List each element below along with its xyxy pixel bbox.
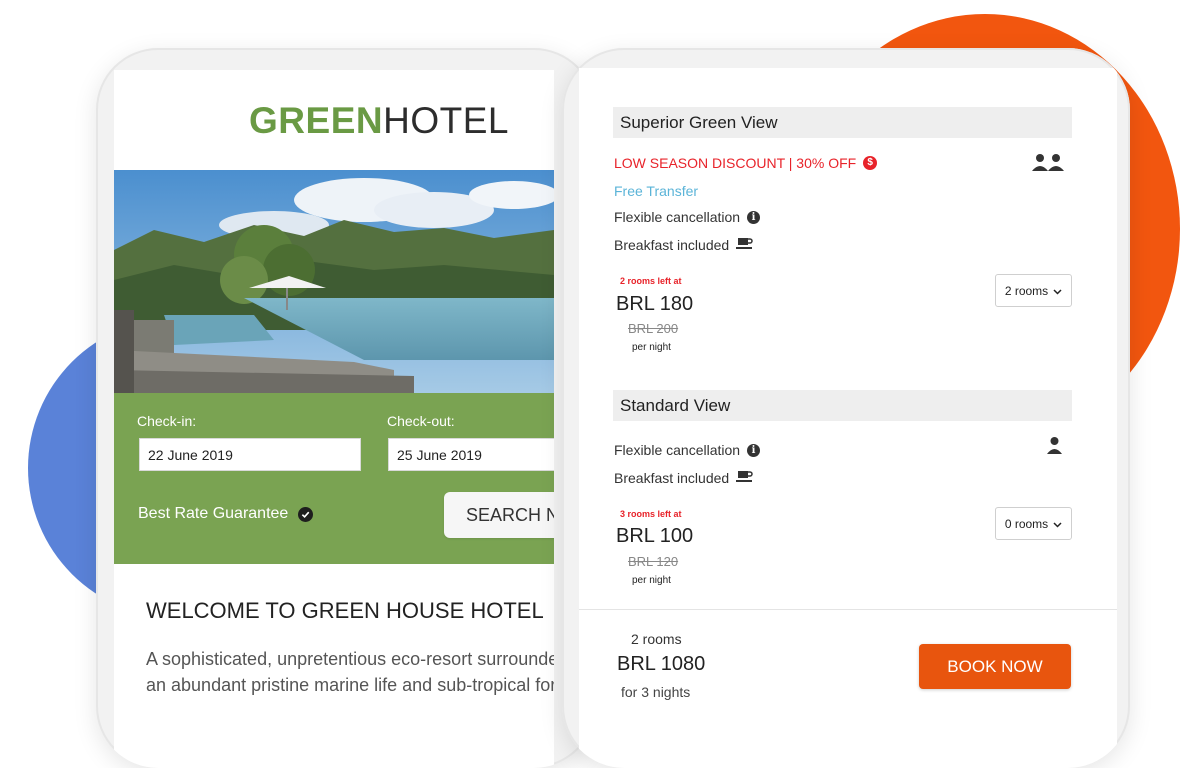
summary-rooms-count: 2 rooms — [631, 631, 682, 647]
breakfast-text: Breakfast included — [614, 236, 730, 253]
logo-hotel-text: HOTEL — [383, 100, 509, 141]
best-rate-label: Best Rate Guarantee — [138, 505, 289, 522]
rooms-left-label: 3 rooms left at — [620, 509, 682, 519]
coffee-cup-icon — [736, 236, 754, 253]
checkin-label: Check-in: — [137, 413, 197, 429]
rooms-select-superior[interactable]: 2 rooms — [995, 274, 1072, 307]
room-title-standard-view: Standard View — [613, 390, 1072, 421]
hero-image — [114, 170, 554, 397]
room-old-price: BRL 120 — [628, 554, 679, 569]
flexible-cancellation-label: Flexible cancellation i — [614, 442, 761, 458]
free-transfer-label: Free Transfer — [614, 183, 699, 199]
room-price: BRL 100 — [616, 525, 694, 547]
hotel-home-screen: GREENHOTEL Check-in: 22 June 2019 Check-… — [114, 70, 554, 768]
rooms-select-value: 2 rooms — [1004, 283, 1049, 298]
cancellation-text: Flexible cancellation — [614, 442, 741, 458]
checkout-date-input[interactable]: 25 June 2019 — [388, 438, 554, 471]
checkin-date-input[interactable]: 22 June 2019 — [139, 438, 361, 471]
coffee-cup-icon — [736, 469, 754, 486]
breakfast-included-label: Breakfast included — [614, 469, 754, 486]
summary-divider — [579, 609, 1117, 610]
rooms-select-value: 0 rooms — [1004, 516, 1049, 531]
rooms-left-label: 2 rooms left at — [620, 276, 682, 286]
breakfast-text: Breakfast included — [614, 469, 730, 486]
best-rate-guarantee: Best Rate Guarantee — [138, 505, 314, 523]
flexible-cancellation-label: Flexible cancellation i — [614, 209, 761, 225]
info-icon[interactable]: i — [747, 210, 761, 224]
checkout-label: Check-out: — [387, 413, 455, 429]
info-icon[interactable]: i — [747, 443, 761, 457]
logo-green-text: GREEN — [249, 100, 384, 141]
phone-left: GREENHOTEL Check-in: 22 June 2019 Check-… — [96, 48, 596, 768]
rooms-select-standard[interactable]: 0 rooms — [995, 507, 1072, 540]
hotel-logo: GREENHOTEL — [114, 100, 554, 142]
welcome-title: WELCOME TO GREEN HOUSE HOTEL — [146, 598, 544, 623]
room-old-price: BRL 200 — [628, 321, 679, 336]
search-now-button[interactable]: SEARCH NOW — [444, 492, 554, 538]
breakfast-included-label: Breakfast included — [614, 236, 754, 253]
check-circle-icon — [298, 506, 314, 522]
room-title-superior-green-view: Superior Green View — [613, 107, 1072, 138]
per-night-label: per night — [632, 342, 671, 353]
person-icon — [1046, 436, 1063, 461]
hotel-description: A sophisticated, unpretentious eco-resor… — [146, 646, 554, 698]
summary-nights: for 3 nights — [621, 684, 691, 700]
two-persons-icon — [1031, 153, 1065, 178]
discount-text: LOW SEASON DISCOUNT | 30% OFF — [614, 155, 857, 171]
booking-form: Check-in: 22 June 2019 Check-out: 25 Jun… — [114, 393, 554, 564]
description-line-2: an abundant pristine marine life and sub… — [146, 675, 554, 695]
chevron-down-icon — [1053, 517, 1062, 531]
book-now-button[interactable]: BOOK NOW — [919, 644, 1071, 689]
chevron-down-icon — [1053, 284, 1062, 298]
description-line-1: A sophisticated, unpretentious eco-resor… — [146, 649, 554, 669]
cancellation-text: Flexible cancellation — [614, 209, 741, 225]
dollar-badge-icon: $ — [863, 156, 878, 170]
discount-label: LOW SEASON DISCOUNT | 30% OFF $ — [614, 155, 878, 171]
room-price: BRL 180 — [616, 293, 694, 315]
summary-total-price: BRL 1080 — [617, 653, 706, 675]
per-night-label: per night — [632, 575, 671, 586]
phone-right: Superior Green View LOW SEASON DISCOUNT … — [562, 48, 1130, 768]
room-selection-screen: Superior Green View LOW SEASON DISCOUNT … — [579, 68, 1117, 768]
